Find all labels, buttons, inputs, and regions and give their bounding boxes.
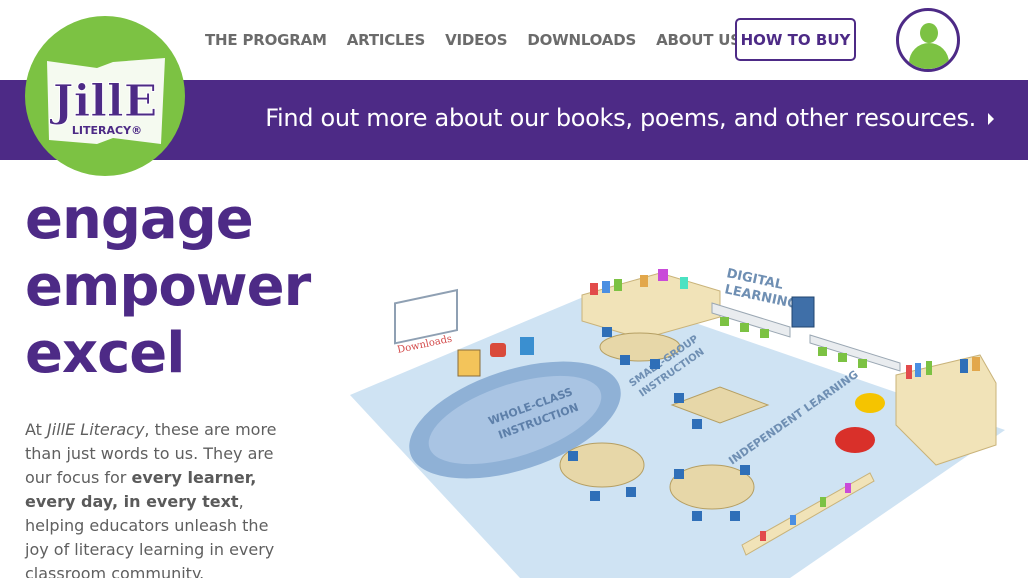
classroom-illustration: WHOLE-CLASS INSTRUCTION Downloads SMALL-… bbox=[350, 266, 1005, 578]
nav-downloads[interactable]: DOWNLOADS bbox=[527, 31, 636, 49]
account-button[interactable] bbox=[896, 8, 960, 72]
book-bin bbox=[520, 337, 534, 355]
intro-text-1: At bbox=[25, 420, 48, 439]
logo-graphic: JillE LITERACY® bbox=[47, 58, 165, 144]
caret-right-icon bbox=[988, 113, 994, 125]
hero-headline: engage empower excel bbox=[25, 186, 311, 387]
headline-empower: empower bbox=[25, 254, 311, 319]
intro-brand: JillE Literacy bbox=[47, 420, 145, 439]
intro-paragraph: At JillE Literacy, these are more than j… bbox=[25, 418, 287, 578]
yellow-beanbag bbox=[855, 393, 885, 413]
nav-about-us[interactable]: ABOUT US bbox=[656, 31, 741, 49]
jille-literacy-logo[interactable]: JillE LITERACY® bbox=[25, 16, 185, 176]
headline-excel: excel bbox=[25, 321, 185, 386]
red-beanbag bbox=[835, 427, 875, 453]
main-nav: THE PROGRAM ARTICLES VIDEOS DOWNLOADS AB… bbox=[205, 0, 761, 80]
nav-the-program[interactable]: THE PROGRAM bbox=[205, 31, 327, 49]
nav-videos[interactable]: VIDEOS bbox=[445, 31, 507, 49]
digital-screen bbox=[791, 296, 815, 328]
easel bbox=[457, 349, 481, 377]
headline-engage: engage bbox=[25, 187, 254, 252]
logo-subtext: LITERACY® bbox=[72, 124, 142, 137]
nav-articles[interactable]: ARTICLES bbox=[347, 31, 426, 49]
red-chair bbox=[490, 343, 506, 357]
how-to-buy-button[interactable]: HOW TO BUY bbox=[735, 18, 856, 61]
banner-link-text[interactable]: Find out more about our books, poems, an… bbox=[265, 104, 976, 132]
logo-wordmark: JillE bbox=[49, 76, 158, 127]
round-table-1 bbox=[559, 442, 645, 488]
